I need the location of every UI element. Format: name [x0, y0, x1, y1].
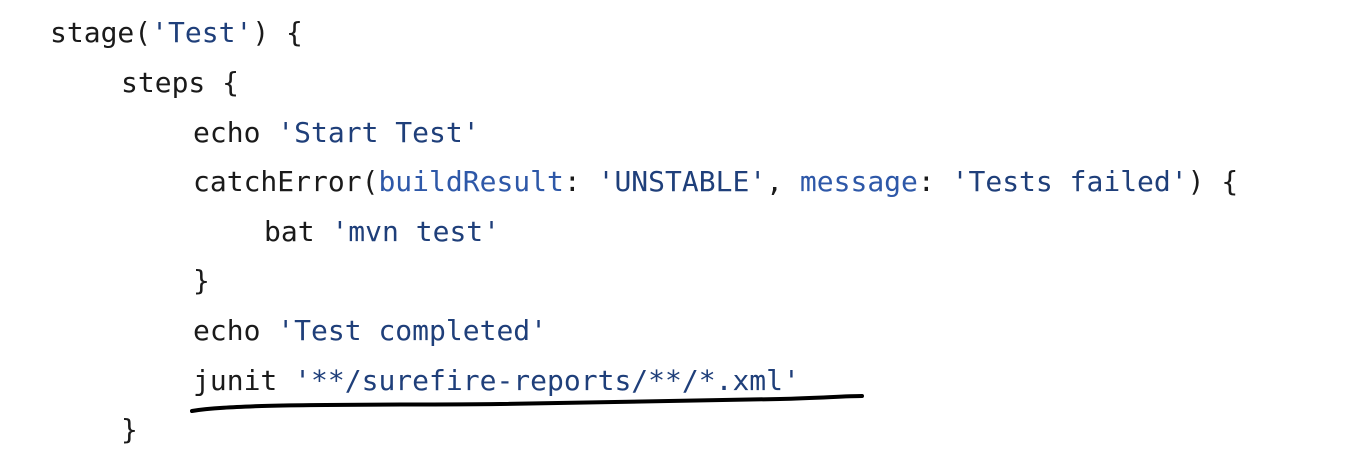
code-view: stage('Test') { steps { echo 'Start Test… — [0, 0, 1370, 462]
underline-stroke — [190, 394, 864, 413]
handwritten-underline — [190, 394, 864, 413]
